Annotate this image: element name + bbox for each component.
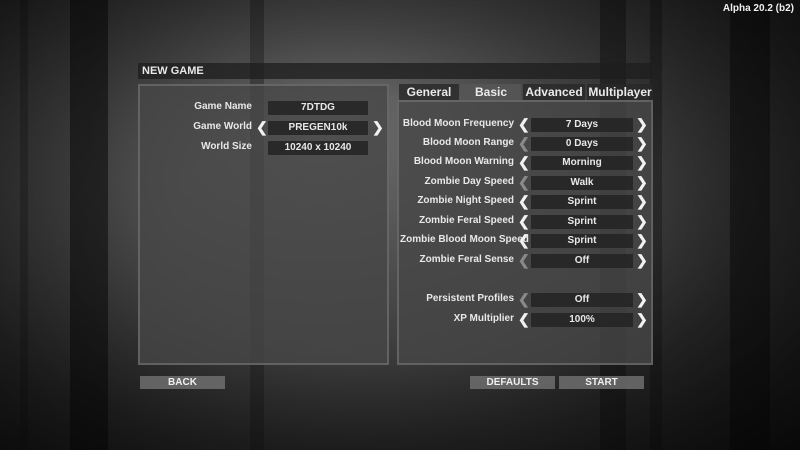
back-button[interactable]: BACK bbox=[140, 376, 225, 389]
chevron-right-icon[interactable]: ❯ bbox=[636, 253, 648, 267]
defaults-button[interactable]: DEFAULTS bbox=[470, 376, 555, 389]
chevron-left-icon[interactable]: ❮ bbox=[518, 292, 530, 306]
chevron-right-icon[interactable]: ❯ bbox=[636, 312, 648, 326]
setting-value: 100% bbox=[531, 313, 633, 327]
setting-label: Persistent Profiles bbox=[426, 293, 514, 304]
setting-label: Blood Moon Frequency bbox=[402, 118, 514, 129]
setting-value: 7 Days bbox=[531, 118, 633, 132]
game-name-input[interactable]: 7DTDG bbox=[268, 101, 368, 115]
chevron-right-icon[interactable]: ❯ bbox=[636, 214, 648, 228]
setting-value: Sprint bbox=[531, 234, 633, 248]
setting-value: Morning bbox=[531, 156, 633, 170]
chevron-right-icon[interactable]: ❯ bbox=[636, 117, 648, 131]
chevron-left-icon[interactable]: ❮ bbox=[518, 214, 530, 228]
game-world-label: Game World bbox=[193, 121, 252, 132]
chevron-right-icon[interactable]: ❯ bbox=[636, 175, 648, 189]
tab-basic[interactable]: Basic bbox=[461, 84, 521, 100]
world-size-label: World Size bbox=[201, 141, 252, 152]
tab-advanced[interactable]: Advanced bbox=[523, 84, 585, 100]
setting-label: Zombie Feral Sense bbox=[419, 254, 514, 265]
page-title: NEW GAME bbox=[138, 63, 652, 79]
tab-general[interactable]: General bbox=[399, 84, 459, 100]
chevron-left-icon[interactable]: ❮ bbox=[518, 175, 530, 189]
setting-label: Blood Moon Range bbox=[422, 137, 514, 148]
chevron-left-icon[interactable]: ❮ bbox=[518, 155, 530, 169]
setting-value: Sprint bbox=[531, 215, 633, 229]
game-world-value: PREGEN10k bbox=[268, 121, 368, 135]
setting-value: Walk bbox=[531, 176, 633, 190]
chevron-right-icon[interactable]: ❯ bbox=[636, 194, 648, 208]
chevron-right-icon[interactable]: ❯ bbox=[636, 155, 648, 169]
chevron-right-icon[interactable]: ❯ bbox=[636, 292, 648, 306]
setting-label: Zombie Day Speed bbox=[424, 176, 514, 187]
setting-label: Zombie Feral Speed bbox=[418, 215, 514, 226]
game-world-next-icon[interactable]: ❯ bbox=[372, 120, 384, 134]
chevron-left-icon[interactable]: ❮ bbox=[518, 233, 530, 247]
chevron-left-icon[interactable]: ❮ bbox=[518, 194, 530, 208]
game-world-prev-icon[interactable]: ❮ bbox=[256, 120, 268, 134]
tab-multiplayer[interactable]: Multiplayer bbox=[587, 84, 653, 100]
chevron-left-icon[interactable]: ❮ bbox=[518, 136, 530, 150]
chevron-right-icon[interactable]: ❯ bbox=[636, 233, 648, 247]
start-button[interactable]: START bbox=[559, 376, 644, 389]
chevron-left-icon[interactable]: ❮ bbox=[518, 312, 530, 326]
chevron-right-icon[interactable]: ❯ bbox=[636, 136, 648, 150]
chevron-left-icon[interactable]: ❮ bbox=[518, 117, 530, 131]
settings-tabs: General Basic Advanced Multiplayer bbox=[399, 84, 653, 100]
version-label: Alpha 20.2 (b2) bbox=[722, 3, 794, 14]
chevron-left-icon[interactable]: ❮ bbox=[518, 253, 530, 267]
setting-value: Off bbox=[531, 293, 633, 307]
setting-value: 0 Days bbox=[531, 137, 633, 151]
setting-label: XP Multiplier bbox=[453, 313, 514, 324]
game-name-label: Game Name bbox=[194, 101, 252, 112]
world-size-value: 10240 x 10240 bbox=[268, 141, 368, 155]
setting-label: Zombie Blood Moon Speed bbox=[400, 234, 529, 245]
setting-label: Zombie Night Speed bbox=[417, 195, 514, 206]
setting-value: Sprint bbox=[531, 195, 633, 209]
setting-label: Blood Moon Warning bbox=[413, 156, 514, 167]
setting-value: Off bbox=[531, 254, 633, 268]
